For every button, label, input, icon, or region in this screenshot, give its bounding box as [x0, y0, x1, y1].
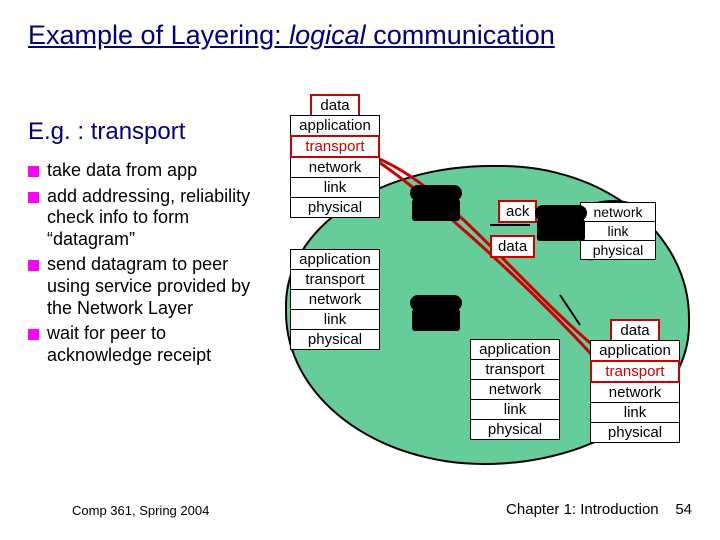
- bullet-icon: [28, 260, 39, 271]
- bullet-item: send datagram to peer using service prov…: [28, 254, 268, 319]
- bullet-icon: [28, 329, 39, 340]
- layer-physical: physical: [290, 197, 380, 218]
- data-label-mid: data: [490, 235, 535, 258]
- layer-physical: physical: [470, 419, 560, 440]
- host-stack-top-left: data application transport network link …: [290, 95, 380, 218]
- layer-application: application: [590, 340, 680, 361]
- bullet-text: take data from app: [47, 160, 197, 182]
- host-stack-bottom-center: application transport network link physi…: [470, 340, 560, 440]
- layer-application: application: [470, 339, 560, 360]
- layer-network: network: [470, 379, 560, 400]
- bullet-text: send datagram to peer using service prov…: [47, 254, 268, 319]
- slide-title: Example of Layering: logical communicati…: [28, 20, 555, 51]
- host-stack-bottom-right: data application transport network link …: [590, 320, 680, 443]
- bullet-text: add addressing, reliability check info t…: [47, 186, 268, 251]
- layer-network: network: [580, 202, 656, 222]
- phone-icon: [535, 205, 587, 241]
- layer-link: link: [580, 221, 656, 241]
- layer-link: link: [470, 399, 560, 420]
- title-part-a: Example of Layering:: [28, 20, 289, 50]
- bullet-item: add addressing, reliability check info t…: [28, 186, 268, 251]
- bullet-text: wait for peer to acknowledge receipt: [47, 323, 268, 366]
- layer-network: network: [590, 382, 680, 403]
- layer-physical: physical: [590, 422, 680, 443]
- page-number: 54: [675, 501, 692, 518]
- layer-network: network: [290, 289, 380, 310]
- data-label: data: [610, 319, 660, 342]
- layer-transport: transport: [290, 269, 380, 290]
- footer-chapter: Chapter 1: Introduction 54: [506, 501, 692, 518]
- title-part-b: logical: [289, 20, 366, 50]
- bullet-icon: [28, 192, 39, 203]
- layer-application: application: [290, 115, 380, 136]
- footer-course: Comp 361, Spring 2004: [72, 503, 209, 518]
- layer-transport: transport: [590, 360, 680, 383]
- sub-heading: E.g. : transport: [28, 118, 185, 146]
- layer-transport: transport: [290, 135, 380, 158]
- bullet-item: wait for peer to acknowledge receipt: [28, 323, 268, 366]
- layer-link: link: [290, 309, 380, 330]
- layering-diagram: data application transport network link …: [280, 95, 700, 475]
- phone-icon: [410, 295, 462, 331]
- title-part-c: communication: [366, 20, 555, 50]
- bullet-item: take data from app: [28, 160, 268, 182]
- ack-label: ack: [498, 200, 537, 223]
- router-stack: network link physical: [580, 203, 656, 260]
- data-label: data: [310, 94, 360, 117]
- layer-link: link: [290, 177, 380, 198]
- layer-application: application: [290, 249, 380, 270]
- chapter-label: Chapter 1: Introduction: [506, 501, 659, 518]
- layer-link: link: [590, 402, 680, 423]
- layer-transport: transport: [470, 359, 560, 380]
- bullet-icon: [28, 166, 39, 177]
- bullet-list: take data from app add addressing, relia…: [28, 160, 268, 370]
- layer-physical: physical: [580, 240, 656, 260]
- layer-network: network: [290, 157, 380, 178]
- host-stack-mid-left: application transport network link physi…: [290, 250, 380, 350]
- layer-physical: physical: [290, 329, 380, 350]
- phone-icon: [410, 185, 462, 221]
